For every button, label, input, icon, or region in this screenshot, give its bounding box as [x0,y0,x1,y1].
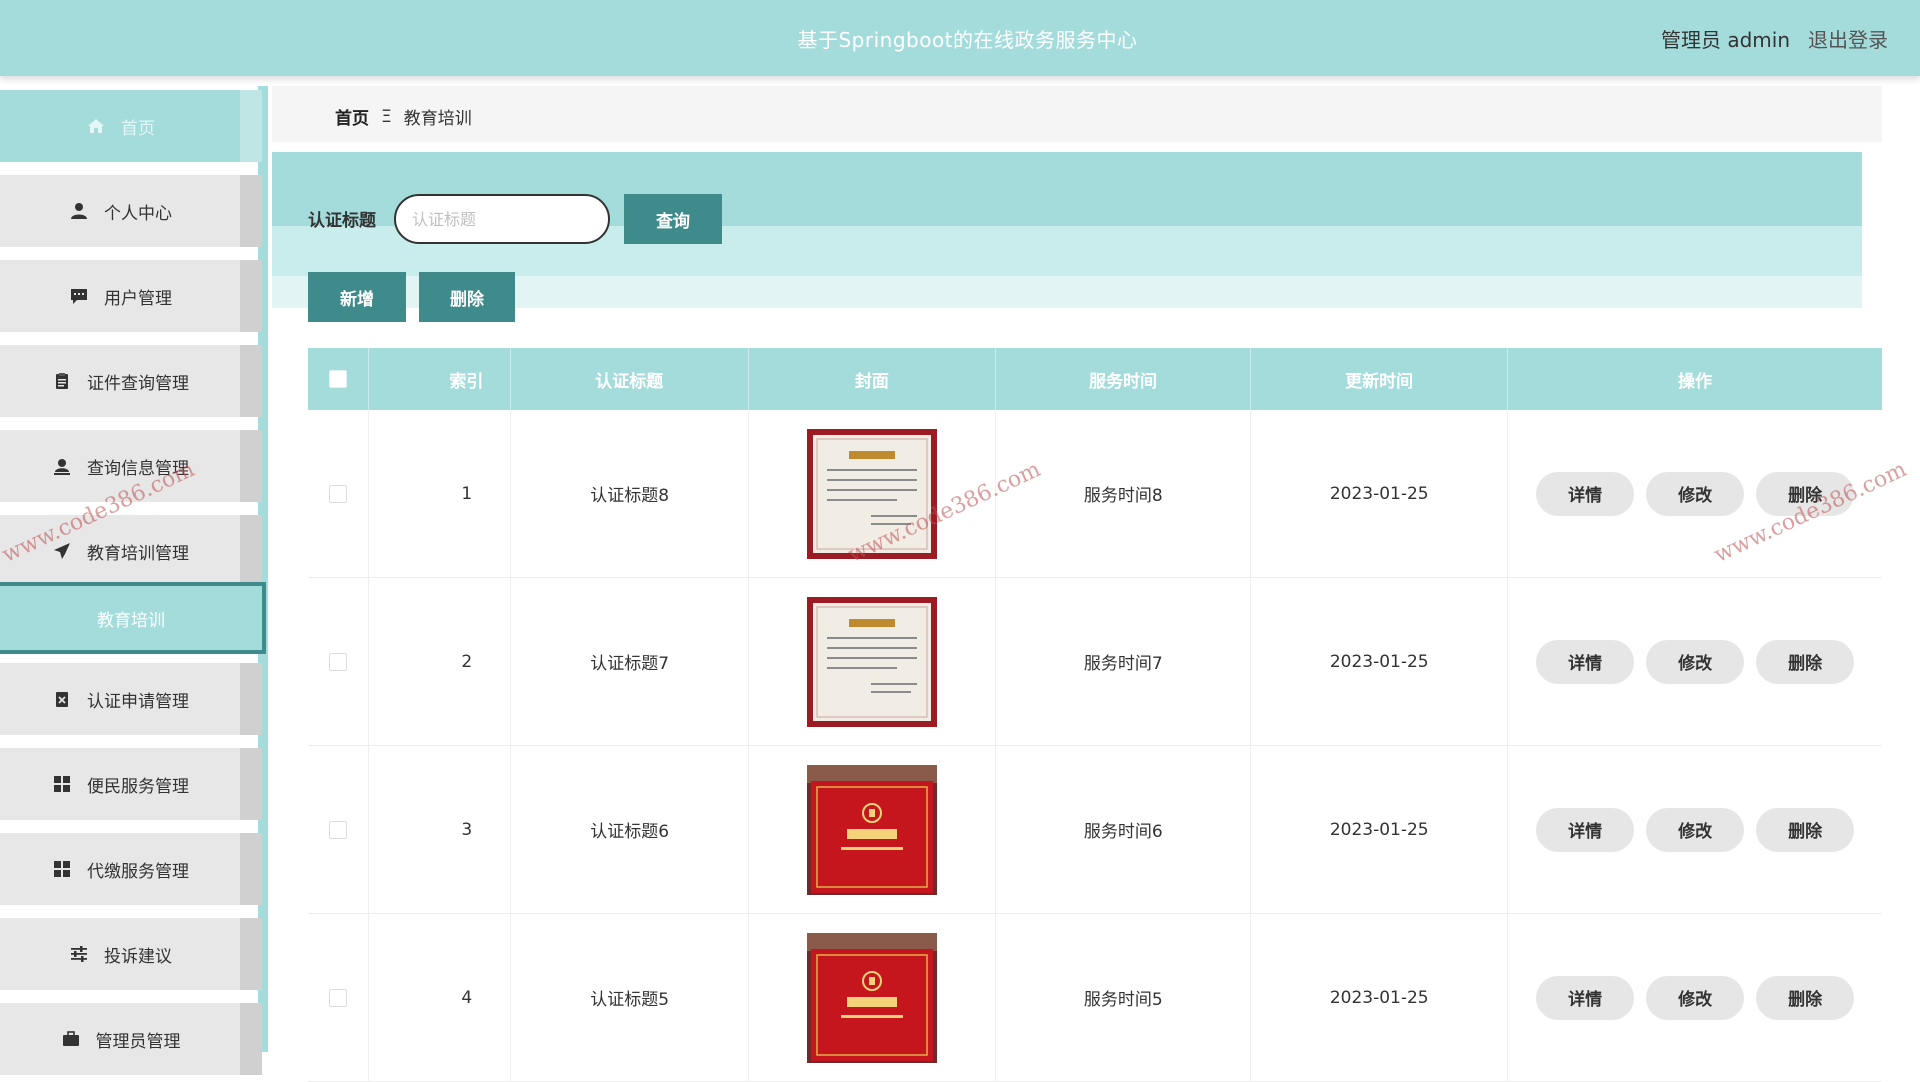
col-title: 认证标题 [511,348,749,410]
briefcase-icon [60,1029,82,1049]
home-icon [85,116,107,136]
sidebar-item-profile[interactable]: 个人中心 [0,175,262,247]
grid-icon [51,859,73,879]
grid-icon [51,774,73,794]
sidebar-item-cert-query[interactable]: 证件查询管理 [0,345,262,417]
detail-button[interactable]: 详情 [1536,807,1635,852]
table-row: 4 认证标题5 服务时间5 2023-01-25 详情 修改 删除 [308,914,1882,1082]
row-checkbox[interactable] [329,652,348,671]
row-updated: 2023-01-25 [1251,914,1509,1081]
query-button[interactable]: 查询 [624,194,722,244]
data-table: 索引 认证标题 封面 服务时间 更新时间 操作 1 认证标题8 服务时间8 20… [308,348,1882,1082]
row-updated: 2023-01-25 [1251,410,1509,577]
breadcrumb-bar [272,86,1882,142]
delete-button[interactable]: 删除 [1756,975,1855,1020]
breadcrumb-separator-icon: Ξ [381,106,392,127]
sidebar-item-users[interactable]: 用户管理 [0,260,262,332]
row-service-time: 服务时间7 [996,578,1252,745]
row-title: 认证标题7 [511,578,749,745]
sidebar-subitem-label: 教育培训 [97,610,165,631]
row-service-time: 服务时间8 [996,410,1252,577]
add-button[interactable]: 新增 [308,272,406,322]
sidebar-item-training[interactable]: 教育培训管理 [0,515,262,587]
row-updated: 2023-01-25 [1251,578,1509,745]
table-row: 2 认证标题7 服务时间7 2023-01-25 详情 修改 删除 [308,578,1882,746]
col-updated: 更新时间 [1251,348,1509,410]
row-title: 认证标题8 [511,410,749,577]
detail-button[interactable]: 详情 [1536,639,1635,684]
row-service-time: 服务时间6 [996,746,1252,913]
sidebar-item-complaints[interactable]: 投诉建议 [0,918,262,990]
sidebar-item-label: 投诉建议 [104,946,172,967]
certificate-image [807,596,938,727]
sidebar-item-query-info[interactable]: 查询信息管理 [0,430,262,502]
search-input[interactable] [394,194,610,244]
sliders-icon [68,944,90,964]
delete-button[interactable]: 删除 [1756,807,1855,852]
row-checkbox[interactable] [329,484,348,503]
col-actions: 操作 [1678,371,1713,392]
bulk-delete-button[interactable]: 删除 [419,272,515,322]
table-row: 1 认证标题8 服务时间8 2023-01-25 详情 修改 删除 [308,410,1882,578]
row-title: 认证标题5 [511,914,749,1081]
delete-button[interactable]: 删除 [1756,471,1855,516]
row-index: 4 [369,914,512,1081]
table-row: 3 认证标题6 服务时间6 2023-01-25 详情 修改 删除 [308,746,1882,914]
breadcrumb-home[interactable]: 首页 [335,104,369,129]
top-header: 基于Springboot的在线政务服务中心 管理员 admin 退出登录 [0,0,1920,76]
detail-button[interactable]: 详情 [1536,471,1635,516]
sidebar: 首页 个人中心 用户管理 证件查询管理 查询信息管理 教育培训管理 教育培训 认… [0,86,270,1075]
sidebar-item-cert-apply[interactable]: 认证申请管理 [0,663,262,735]
breadcrumb-current: 教育培训 [403,109,472,129]
checklist-icon [51,689,73,709]
row-title: 认证标题6 [511,746,749,913]
sidebar-item-convenience[interactable]: 便民服务管理 [0,748,262,820]
sidebar-item-label: 用户管理 [104,288,172,309]
sidebar-item-label: 认证申请管理 [87,691,189,712]
logout-link[interactable]: 退出登录 [1808,24,1888,53]
row-checkbox[interactable] [329,820,348,839]
delete-button[interactable]: 删除 [1756,639,1855,684]
row-checkbox[interactable] [329,988,348,1007]
chat-icon [68,286,90,306]
sidebar-item-label: 首页 [121,118,155,139]
sidebar-item-label: 证件查询管理 [87,373,189,394]
user-card-icon [51,456,73,476]
donation-certificate-image [807,932,938,1063]
sidebar-item-label: 个人中心 [104,203,172,224]
table-header: 索引 认证标题 封面 服务时间 更新时间 操作 [308,348,1882,410]
col-cover: 封面 [749,348,997,410]
detail-button[interactable]: 详情 [1536,975,1635,1020]
col-index: 索引 [369,348,511,410]
send-icon [51,541,73,561]
donation-certificate-image [807,764,938,895]
sidebar-item-label: 便民服务管理 [87,776,189,797]
row-index: 3 [369,746,512,913]
sidebar-item-label: 代缴服务管理 [87,861,189,882]
sidebar-item-label: 管理员管理 [95,1031,181,1052]
clipboard-icon [51,371,73,391]
edit-button[interactable]: 修改 [1646,975,1745,1020]
sidebar-item-payment[interactable]: 代缴服务管理 [0,833,262,905]
row-updated: 2023-01-25 [1251,746,1509,913]
row-service-time: 服务时间5 [996,914,1252,1081]
certificate-image [807,428,938,559]
row-index: 2 [369,578,512,745]
search-label: 认证标题 [308,211,376,231]
sidebar-item-home[interactable]: 首页 [0,90,262,162]
edit-button[interactable]: 修改 [1646,807,1745,852]
sidebar-item-label: 查询信息管理 [87,458,189,479]
col-service-time: 服务时间 [996,348,1252,410]
sidebar-item-label: 教育培训管理 [87,543,189,564]
sidebar-item-admins[interactable]: 管理员管理 [0,1003,262,1075]
user-icon [68,201,90,221]
app-title: 基于Springboot的在线政务服务中心 [797,28,1138,52]
current-user: 管理员 admin [1660,28,1790,52]
edit-button[interactable]: 修改 [1646,639,1745,684]
breadcrumb: 首页 Ξ 教育培训 [335,104,472,130]
edit-button[interactable]: 修改 [1646,471,1745,516]
sidebar-subitem-training[interactable]: 教育培训 [0,582,266,654]
row-index: 1 [369,410,512,577]
select-all-checkbox[interactable] [329,370,348,388]
